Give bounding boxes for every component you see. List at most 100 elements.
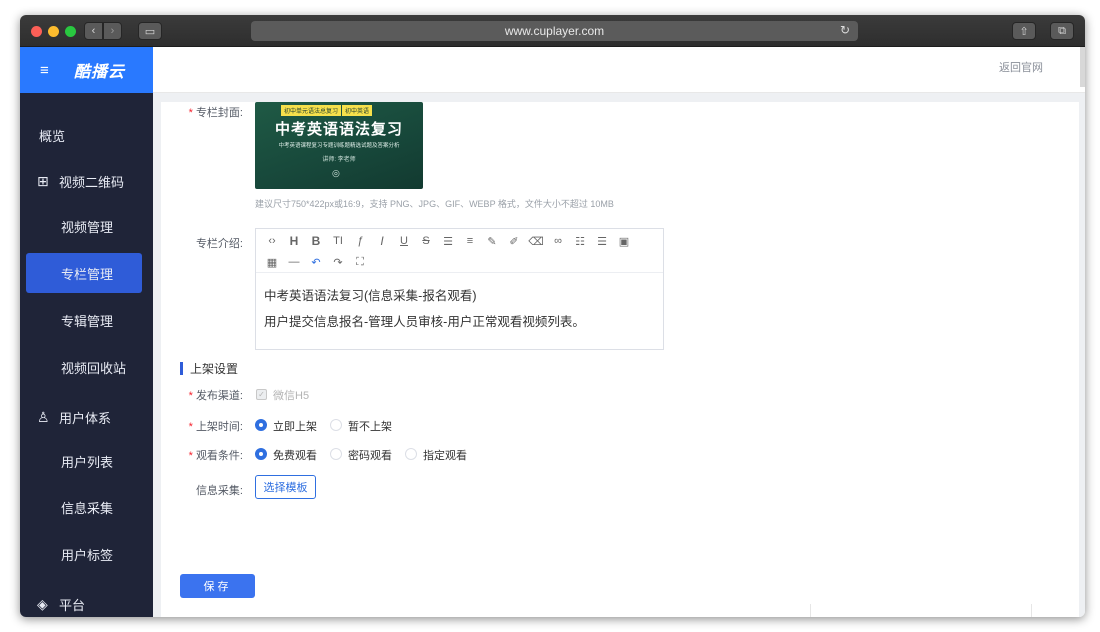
code-icon[interactable]: ‹› xyxy=(264,233,280,249)
sidebar-item-video-recycle-bin[interactable]: 视频回收站 xyxy=(20,347,153,387)
table-icon[interactable]: ▦ xyxy=(264,254,280,270)
sidebar-item-overview[interactable]: 概览 xyxy=(20,115,153,155)
radio-publish-later[interactable] xyxy=(330,419,342,431)
grid-icon: ⊞ xyxy=(37,172,49,189)
sidebar-item-info-collection[interactable]: 信息采集 xyxy=(20,487,153,527)
editor-toolbar: ‹› H B TI ƒ I U S ☰ ≡ ✎ ✐ ⌫ ∞ ☷ ☰ ▣ ▦ — … xyxy=(256,229,663,273)
font-size-icon[interactable]: TI xyxy=(330,233,346,249)
clear-format-icon[interactable]: ⌫ xyxy=(528,233,544,249)
editor-content[interactable]: 中考英语语法复习(信息采集-报名观看) 用户提交信息报名-管理人员审核-用户正常… xyxy=(264,283,585,335)
radio-password-watch[interactable] xyxy=(330,448,342,460)
close-window-button[interactable] xyxy=(31,26,42,37)
indent-icon[interactable]: ☰ xyxy=(440,233,456,249)
maximize-window-button[interactable] xyxy=(65,26,76,37)
sidebar-item-label: 视频管理 xyxy=(61,219,114,235)
fullscreen-icon[interactable]: ⛶ xyxy=(352,254,368,270)
channel-label: * 发布渠道: xyxy=(188,390,243,402)
sidebar-item-label: 专辑管理 xyxy=(61,313,114,329)
forward-arrow-icon[interactable]: › xyxy=(103,22,122,40)
image-icon[interactable]: ▣ xyxy=(616,233,632,249)
sidebar-item-video-management[interactable]: 视频管理 xyxy=(20,206,153,246)
reload-icon[interactable]: ↻ xyxy=(840,23,850,37)
intro-label: 专栏介绍: xyxy=(195,238,243,250)
list-icon[interactable]: ☷ xyxy=(572,233,588,249)
channel-checkbox[interactable]: ✓ xyxy=(256,389,267,400)
sidebar-item-video-qrcode[interactable]: ⊞ 视频二维码 xyxy=(20,161,153,201)
browser-titlebar: ‹ › ▭ www.cuplayer.com ↻ ⇧ ⧉ xyxy=(20,15,1085,47)
sidebar-item-label: 专栏管理 xyxy=(61,266,114,282)
sidebar-item-label: 用户体系 xyxy=(59,410,112,426)
sidebar-item-user-tags[interactable]: 用户标签 xyxy=(20,534,153,574)
layers-icon: ◈ xyxy=(37,595,48,612)
channel-option: 微信H5 xyxy=(273,390,310,402)
minimize-window-button[interactable] xyxy=(48,26,59,37)
radio-free-watch[interactable] xyxy=(255,448,267,460)
strikethrough-icon[interactable]: S xyxy=(418,233,434,249)
radio-publish-now-label: 立即上架 xyxy=(273,421,317,433)
section-publish-settings: 上架设置 xyxy=(180,361,239,376)
address-bar[interactable]: www.cuplayer.com ↻ xyxy=(251,21,858,41)
back-arrow-icon[interactable]: ‹ xyxy=(84,22,103,40)
undo-icon[interactable]: ↶ xyxy=(308,254,324,270)
sidebar-item-column-management[interactable]: 专栏管理 xyxy=(26,253,142,293)
tabs-overview-icon[interactable]: ⧉ xyxy=(1050,22,1074,40)
cover-logo-icon: ◎ xyxy=(332,168,340,178)
cover-tag-left: 初中单元语法总复习 xyxy=(281,105,342,116)
font-color-icon[interactable]: ✎ xyxy=(484,233,500,249)
cover-label: * 专栏封面: xyxy=(188,107,243,119)
heading-icon[interactable]: H xyxy=(286,233,302,249)
radio-specified-watch-label: 指定观看 xyxy=(423,450,467,462)
italic-icon[interactable]: I xyxy=(374,233,390,249)
cover-title: 中考英语语法复习 xyxy=(274,121,403,138)
sidebar-item-label: 概览 xyxy=(39,128,66,144)
cover-hint: 建议尺寸750*422px或16:9，支持 PNG、JPG、GIF、WEBP 格… xyxy=(255,199,614,209)
sidebar: ≡ 酷播云 概览 ⊞ 视频二维码 视频管理 专栏管理 专辑管理 视频回收站 ♙ … xyxy=(20,47,153,617)
section-title: 上架设置 xyxy=(190,361,239,376)
rich-text-editor[interactable]: ‹› H B TI ƒ I U S ☰ ≡ ✎ ✐ ⌫ ∞ ☷ ☰ ▣ ▦ — … xyxy=(255,228,664,350)
sidebar-item-album-management[interactable]: 专辑管理 xyxy=(20,300,153,340)
line-height-icon[interactable]: ≡ xyxy=(462,233,478,249)
sidebar-item-platform[interactable]: ◈ 平台 xyxy=(20,584,153,617)
brand-name: 酷播云 xyxy=(74,64,126,81)
user-icon: ♙ xyxy=(37,408,50,425)
page-scrollbar[interactable] xyxy=(1080,47,1085,87)
main-content: 返回官网 * 专栏封面: 初中单元语法总复习 初中英语 中考英语语法复习 中考英语… xyxy=(153,47,1085,617)
cover-author: 讲师: 李老师 xyxy=(322,157,356,163)
sidebar-item-label: 用户列表 xyxy=(61,454,114,470)
column-edit-form: * 专栏封面: 初中单元语法总复习 初中英语 中考英语语法复习 中考英语课程复习专… xyxy=(161,102,1079,617)
footer-frame xyxy=(810,604,1032,617)
align-icon[interactable]: ☰ xyxy=(594,233,610,249)
radio-publish-later-label: 暂不上架 xyxy=(348,421,392,433)
sidebar-item-user-list[interactable]: 用户列表 xyxy=(20,441,153,481)
cover-tag-right: 初中英语 xyxy=(342,105,373,116)
collect-label: 信息采集: xyxy=(195,485,243,497)
background-color-icon[interactable]: ✐ xyxy=(506,233,522,249)
save-button[interactable]: 保存 xyxy=(180,574,255,598)
bold-icon[interactable]: B xyxy=(308,233,324,249)
sidebar-item-user-system[interactable]: ♙ 用户体系 xyxy=(20,397,153,437)
select-template-button[interactable]: 选择模板 xyxy=(255,475,316,499)
address-bar-url: www.cuplayer.com xyxy=(504,24,605,38)
sidebar-item-label: 信息采集 xyxy=(61,500,114,516)
browser-window: ‹ › ▭ www.cuplayer.com ↻ ⇧ ⧉ ≡ 酷播云 概览 ⊞ … xyxy=(20,15,1085,617)
editor-line: 中考英语语法复习(信息采集-报名观看) xyxy=(264,289,477,303)
link-icon[interactable]: ∞ xyxy=(550,233,566,249)
editor-line: 用户提交信息报名-管理人员审核-用户正常观看视频列表。 xyxy=(264,315,585,329)
font-family-icon[interactable]: ƒ xyxy=(352,233,368,249)
brand-header: ≡ 酷播云 xyxy=(20,47,153,93)
cover-image[interactable]: 初中单元语法总复习 初中英语 中考英语语法复习 中考英语课程复习专题训练题精选试… xyxy=(255,102,423,189)
time-label: * 上架时间: xyxy=(188,421,243,433)
share-icon[interactable]: ⇧ xyxy=(1012,22,1036,40)
cover-subtitle: 中考英语课程复习专题训练题精选试题及答案分析 xyxy=(278,143,400,149)
radio-free-watch-label: 免费观看 xyxy=(273,450,317,462)
radio-publish-now[interactable] xyxy=(255,419,267,431)
redo-icon[interactable]: ↷ xyxy=(330,254,346,270)
hamburger-menu-icon[interactable]: ≡ xyxy=(40,62,54,79)
underline-icon[interactable]: U xyxy=(396,233,412,249)
divider-icon[interactable]: — xyxy=(286,254,302,270)
back-to-site-link[interactable]: 返回官网 xyxy=(999,59,1043,75)
sidebar-toggle-icon[interactable]: ▭ xyxy=(138,22,162,40)
radio-password-watch-label: 密码观看 xyxy=(348,450,392,462)
top-header: 返回官网 xyxy=(153,47,1085,93)
radio-specified-watch[interactable] xyxy=(405,448,417,460)
